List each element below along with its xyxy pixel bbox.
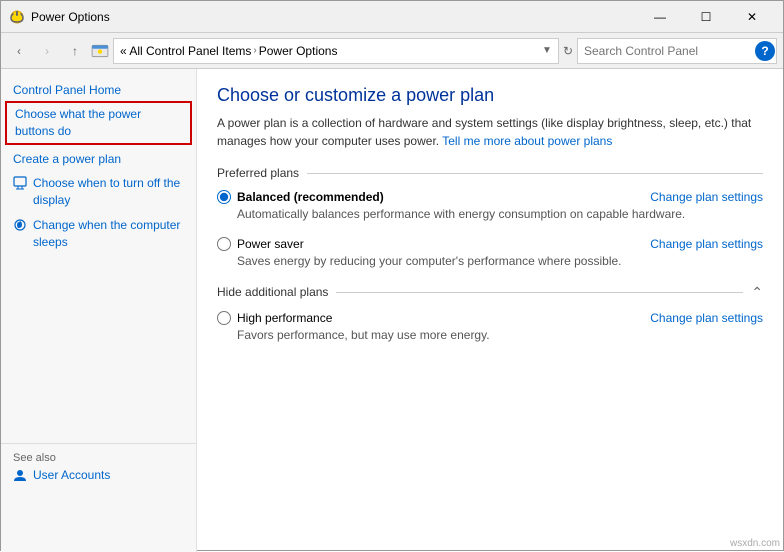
breadcrumb-current: Power Options — [259, 44, 338, 58]
main-container: Control Panel Home Choose what the power… — [1, 69, 783, 552]
address-field[interactable]: « All Control Panel Items › Power Option… — [113, 38, 559, 64]
window-controls: — ☐ ✕ — [637, 1, 775, 33]
power-saver-change-link[interactable]: Change plan settings — [650, 237, 763, 251]
location-icon — [91, 42, 109, 60]
sidebar-item-label: Choose when to turn off the display — [33, 175, 184, 209]
sleep-icon — [13, 218, 27, 232]
high-performance-plan-name: High performance — [237, 311, 332, 325]
user-accounts-label: User Accounts — [33, 468, 110, 482]
see-also-section: See also User Accounts — [1, 443, 196, 490]
refresh-button[interactable]: ↻ — [563, 44, 573, 58]
sidebar: Control Panel Home Choose what the power… — [1, 69, 197, 552]
high-performance-plan-desc: Favors performance, but may use more ene… — [217, 327, 763, 344]
balanced-plan-desc: Automatically balances performance with … — [217, 206, 763, 223]
section-divider — [307, 173, 763, 174]
app-icon — [9, 9, 25, 25]
sidebar-item-label: Change when the computer sleeps — [33, 217, 184, 251]
see-also-user-accounts[interactable]: User Accounts — [13, 468, 184, 482]
sidebar-item-label: Create a power plan — [13, 151, 121, 168]
forward-button[interactable]: › — [35, 39, 59, 63]
sidebar-item-create-plan[interactable]: Create a power plan — [1, 147, 196, 172]
learn-more-link[interactable]: Tell me more about power plans — [442, 134, 612, 148]
watermark: wsxdn.com — [730, 538, 780, 549]
close-button[interactable]: ✕ — [729, 1, 775, 33]
maximize-button[interactable]: ☐ — [683, 1, 729, 33]
balanced-plan-item: Balanced (recommended) Change plan setti… — [217, 190, 763, 223]
back-button[interactable]: ‹ — [7, 39, 31, 63]
collapse-chevron-icon[interactable]: ⌃ — [751, 284, 763, 301]
section-divider-2 — [336, 292, 743, 293]
page-title: Choose or customize a power plan — [217, 85, 763, 106]
high-performance-radio[interactable] — [217, 311, 231, 325]
search-box[interactable]: 🔍 — [577, 38, 777, 64]
help-icon[interactable]: ? — [755, 41, 775, 61]
power-saver-plan-name: Power saver — [237, 237, 304, 251]
display-icon — [13, 176, 27, 190]
preferred-plans-header: Preferred plans — [217, 166, 763, 180]
sidebar-item-power-buttons[interactable]: Choose what the power buttons do — [5, 101, 192, 145]
up-button[interactable]: ↑ — [63, 39, 87, 63]
balanced-radio[interactable] — [217, 190, 231, 204]
address-dropdown-icon[interactable]: ▼ — [542, 45, 552, 56]
user-accounts-icon — [13, 468, 27, 482]
preferred-plans-label: Preferred plans — [217, 166, 299, 180]
high-performance-plan-item: High performance Change plan settings Fa… — [217, 311, 763, 344]
balanced-change-link[interactable]: Change plan settings — [650, 190, 763, 204]
high-performance-change-link[interactable]: Change plan settings — [650, 311, 763, 325]
page-description: A power plan is a collection of hardware… — [217, 114, 763, 150]
address-bar: ‹ › ↑ « All Control Panel Items › Power … — [1, 33, 783, 69]
breadcrumb-root: « All Control Panel Items — [120, 44, 251, 58]
power-saver-plan-desc: Saves energy by reducing your computer's… — [217, 253, 763, 270]
content-area: Choose or customize a power plan A power… — [197, 69, 783, 552]
sidebar-item-label: Choose what the power buttons do — [15, 106, 182, 140]
minimize-button[interactable]: — — [637, 1, 683, 33]
title-bar: Power Options — ☐ ✕ — [1, 1, 783, 33]
breadcrumb-separator: › — [253, 45, 256, 56]
power-saver-plan-item: Power saver Change plan settings Saves e… — [217, 237, 763, 270]
see-also-label: See also — [13, 452, 184, 464]
sidebar-item-turn-off-display[interactable]: Choose when to turn off the display — [1, 171, 196, 213]
sidebar-home-link[interactable]: Control Panel Home — [1, 77, 196, 99]
power-saver-radio[interactable] — [217, 237, 231, 251]
window-title: Power Options — [31, 10, 110, 24]
balanced-plan-name: Balanced (recommended) — [237, 190, 384, 204]
additional-plans-header: Hide additional plans ⌃ — [217, 284, 763, 301]
search-input[interactable] — [584, 44, 751, 58]
additional-plans-label: Hide additional plans — [217, 285, 328, 299]
sidebar-item-sleep[interactable]: Change when the computer sleeps — [1, 213, 196, 255]
